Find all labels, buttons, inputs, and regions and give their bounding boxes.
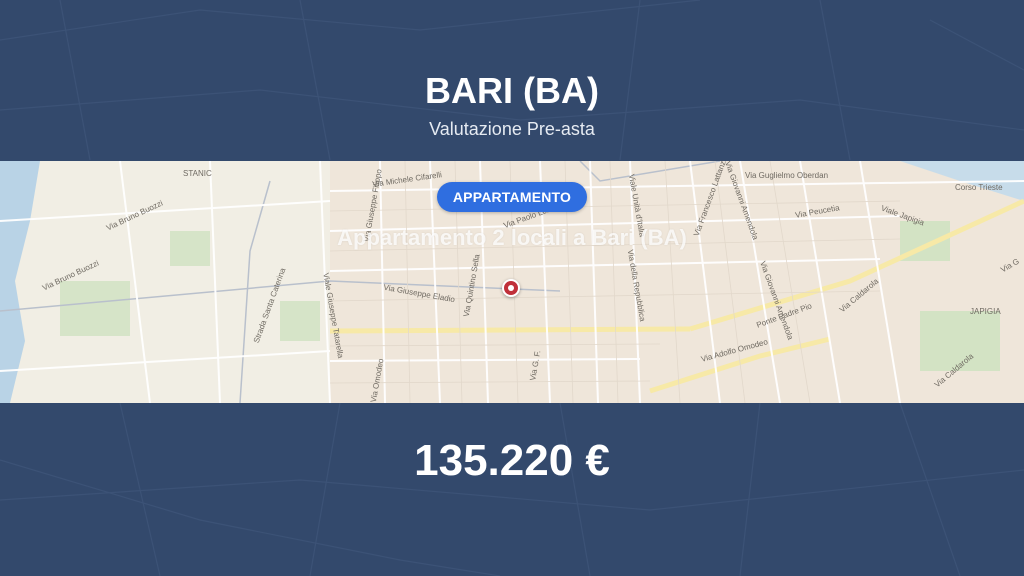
map-pin-icon[interactable] <box>502 279 520 297</box>
price-value: 135.220 € <box>414 436 610 485</box>
map-label-district: JAPIGIA <box>970 307 1001 316</box>
map-view[interactable]: STANIC Via Bruno Buozzi Via Bruno Buozzi… <box>0 161 1024 403</box>
map-label-street: Corso Trieste <box>955 183 1003 192</box>
page-title: BARI (BA) <box>425 70 599 111</box>
footer <box>0 403 1024 576</box>
listing-title: Appartamento 2 locali a Bari (BA) <box>337 225 687 250</box>
header: BARI (BA) Valutazione Pre-asta <box>0 0 1024 161</box>
map-label-street: Via Guglielmo Oberdan <box>745 171 829 180</box>
map-label-stanic: STANIC <box>183 169 212 178</box>
page-subtitle: Valutazione Pre-asta <box>429 119 595 139</box>
property-type-badge: APPARTAMENTO <box>437 182 587 212</box>
